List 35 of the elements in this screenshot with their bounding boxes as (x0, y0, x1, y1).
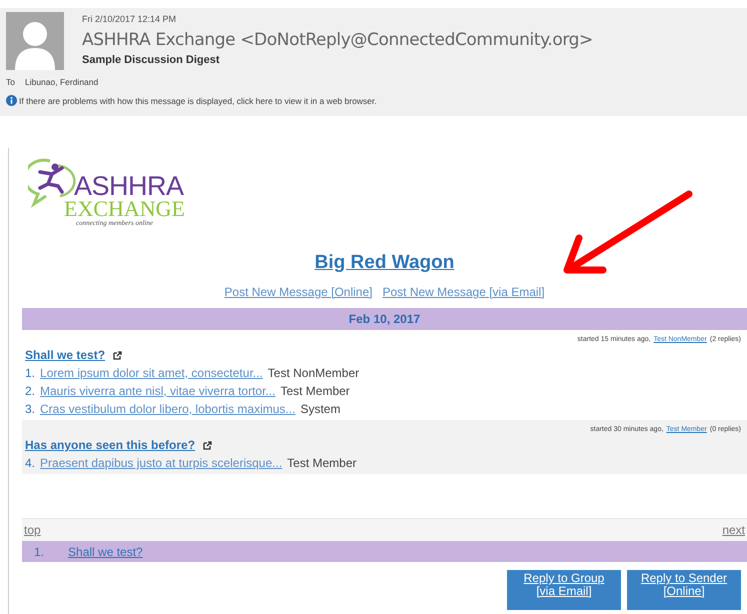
sender-name: ASHHRA Exchange <DoNotReply@ConnectedCommunity.org> (82, 30, 593, 50)
thread-title-link[interactable]: Shall we test? (25, 348, 106, 362)
recipient-name: Libunao, Ferdinand (24, 77, 98, 87)
reply-button[interactable]: Reply to Group [via Email] (507, 570, 621, 610)
digest-title-link[interactable]: Big Red Wagon (314, 252, 454, 273)
index-thread-link[interactable]: Shall we test? (68, 544, 143, 558)
next-link[interactable]: next (722, 523, 745, 537)
thread-title-link[interactable]: Has anyone seen this before? (25, 438, 196, 452)
post-excerpt-link[interactable]: Lorem ipsum dolor sit amet, consectetur... (40, 366, 263, 380)
post-number: 2. (25, 384, 36, 398)
logo-text: ASHHRA (74, 174, 184, 199)
post-excerpt-link[interactable]: Mauris viverra ante nisl, vitae viverra tortor... (40, 384, 276, 398)
to-label: To (6, 77, 15, 87)
reply-button[interactable]: Reply to Sender [Online] (627, 570, 741, 610)
date-bar: Feb 10, 2017 (22, 308, 747, 330)
external-link-icon[interactable] (113, 350, 122, 360)
post-author: Test Member (287, 456, 357, 470)
post-number: 3. (25, 402, 36, 416)
post-message-link[interactable]: Post New Message [Online] (224, 285, 372, 299)
post-number: 4. (25, 456, 36, 470)
post-author: Test Member (280, 384, 350, 398)
post-excerpt-link[interactable]: Praesent dapibus justo at turpis scelerisque... (40, 456, 282, 470)
post-author: System (300, 402, 340, 416)
logo-text: EXCHANGE (64, 199, 185, 219)
post-excerpt-link[interactable]: Cras vestibulum dolor libero, lobortis maximus... (40, 402, 296, 416)
message-date: Fri 2/10/2017 12:14 PM (82, 14, 178, 24)
info-bar-link[interactable]: If there are problems with how this message is displayed, click here to view it in a web browser. (19, 96, 377, 106)
top-link[interactable]: top (24, 523, 41, 537)
index-number: 1. (34, 544, 44, 558)
external-link-icon[interactable] (203, 440, 212, 450)
post-number: 1. (25, 366, 36, 380)
post-message-link[interactable]: Post New Message [via Email] (382, 285, 545, 299)
post-author: Test NonMember (268, 366, 360, 380)
info-icon (6, 95, 17, 106)
message-subject: Sample Discussion Digest (82, 54, 221, 66)
